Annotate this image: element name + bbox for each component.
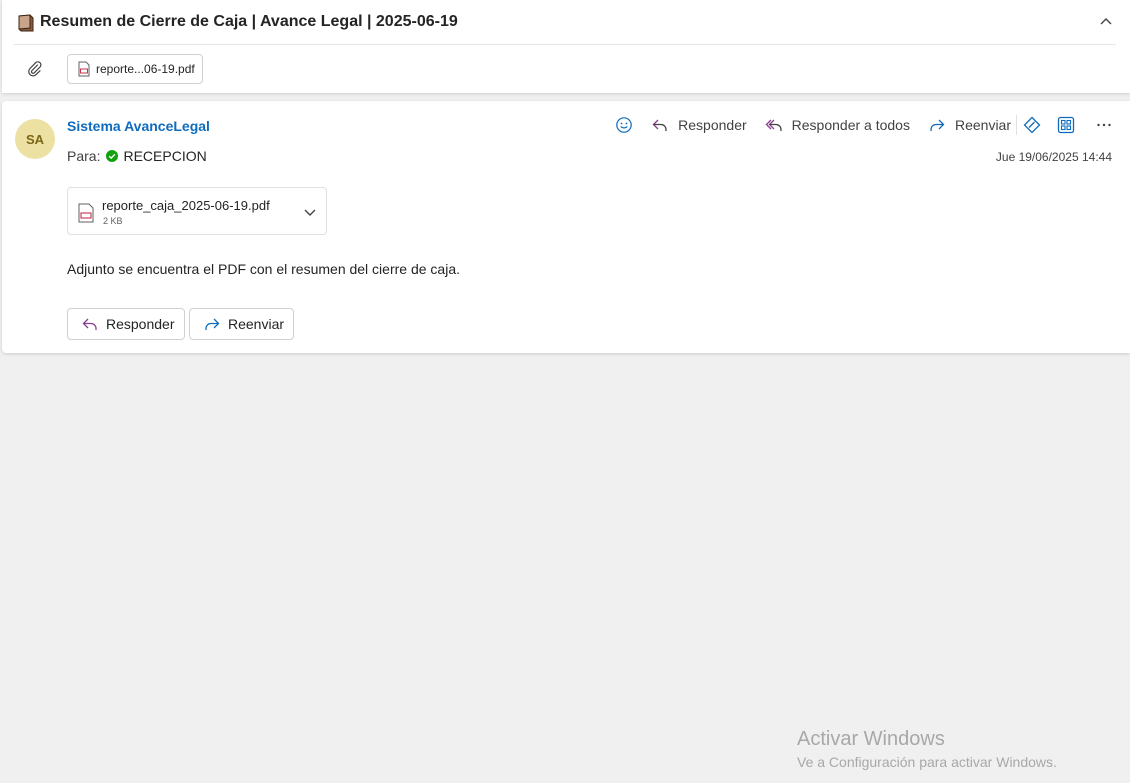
watermark-title: Activar Windows xyxy=(797,728,945,750)
reply-label: Responder xyxy=(678,117,747,133)
forward-icon xyxy=(930,119,945,131)
recipients-row: Para: RECEPCION xyxy=(67,148,207,164)
reply-all-button[interactable]: Responder a todos xyxy=(764,115,910,135)
reply-all-label: Responder a todos xyxy=(791,117,910,133)
react-button[interactable] xyxy=(614,115,634,135)
apps-button[interactable] xyxy=(1056,115,1076,135)
presence-available-icon xyxy=(106,150,119,162)
message-card: SA Sistema AvanceLegal Para: RECEPCION J… xyxy=(2,101,1130,353)
apps-grid-icon xyxy=(1057,116,1075,134)
subject-row: Resumen de Cierre de Caja | Avance Legal… xyxy=(14,0,1116,45)
attachment-size: 2 KB xyxy=(103,216,123,226)
reply-footer-button[interactable]: Responder xyxy=(67,308,185,340)
toolbar-divider xyxy=(1016,115,1017,135)
forward-footer-button[interactable]: Reenviar xyxy=(189,308,294,340)
category-box-icon xyxy=(18,14,34,32)
chevron-up-icon[interactable] xyxy=(1096,12,1116,32)
subject-title: Resumen de Cierre de Caja | Avance Legal… xyxy=(40,13,458,30)
forward-icon xyxy=(205,318,220,330)
more-icon xyxy=(1097,123,1111,127)
avatar[interactable]: SA xyxy=(15,119,55,159)
more-actions-button[interactable] xyxy=(1094,115,1114,135)
reply-icon xyxy=(652,119,667,131)
reply-footer-label: Responder xyxy=(106,316,175,332)
reply-icon xyxy=(82,318,97,330)
message-date: Jue 19/06/2025 14:44 xyxy=(995,150,1112,164)
message-actions: Responder Responder a todos Reenviar xyxy=(614,115,1114,135)
windows-activation-watermark: Activar Windows Ve a Configuración para … xyxy=(797,728,1057,770)
to-label: Para: xyxy=(67,148,101,164)
reply-all-icon xyxy=(765,119,782,131)
pdf-file-icon xyxy=(78,61,90,77)
forward-footer-label: Reenviar xyxy=(228,316,285,332)
paperclip-icon[interactable] xyxy=(26,60,44,78)
loop-button[interactable] xyxy=(1022,115,1042,135)
sender-name[interactable]: Sistema AvanceLegal xyxy=(67,118,210,134)
forward-button[interactable]: Reenviar xyxy=(927,115,1011,135)
message-body: Adjunto se encuentra el PDF con el resum… xyxy=(67,261,460,277)
pdf-file-icon xyxy=(78,203,94,223)
attachment-chip[interactable]: reporte...06-19.pdf xyxy=(67,54,203,84)
watermark-subtitle: Ve a Configuración para activar Windows. xyxy=(797,754,1057,770)
emoji-icon xyxy=(616,117,632,133)
loop-icon xyxy=(1023,116,1041,134)
forward-label: Reenviar xyxy=(954,117,1011,133)
attachment-chip-label: reporte...06-19.pdf xyxy=(96,62,195,76)
attachment-card[interactable]: reporte_caja_2025-06-19.pdf 2 KB xyxy=(67,187,327,235)
attachment-bar: reporte...06-19.pdf xyxy=(2,46,1130,92)
attachment-name: reporte_caja_2025-06-19.pdf xyxy=(102,198,270,213)
thread-header: Resumen de Cierre de Caja | Avance Legal… xyxy=(2,0,1130,93)
recipient-name[interactable]: RECEPCION xyxy=(123,148,206,164)
reply-button[interactable]: Responder xyxy=(650,115,747,135)
chevron-down-icon[interactable] xyxy=(302,204,318,220)
